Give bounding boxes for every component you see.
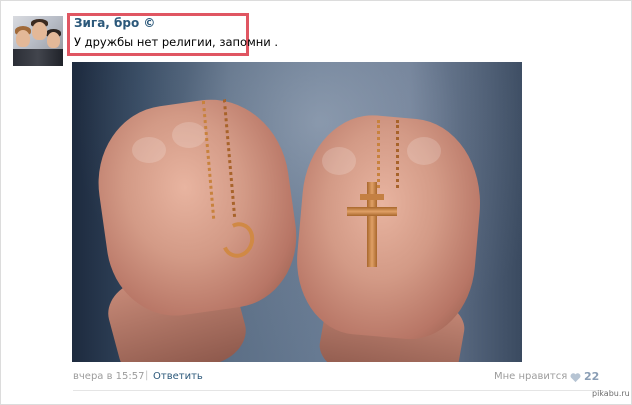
reply-link[interactable]: Ответить xyxy=(153,371,203,382)
photo-knuckle xyxy=(407,137,441,165)
footer-divider xyxy=(73,390,603,391)
post-date[interactable]: вчера в 15:57 xyxy=(73,371,145,382)
avatar-person-face xyxy=(47,32,60,48)
avatar-person-body xyxy=(13,49,63,66)
photo-knuckle xyxy=(132,137,166,163)
like-count[interactable]: 22 xyxy=(584,370,599,383)
photo-knuckle xyxy=(322,147,356,175)
post-text: У дружбы нет религии, запомни . xyxy=(74,35,279,49)
author-name[interactable]: Зига, бро © xyxy=(74,16,155,30)
avatar[interactable] xyxy=(13,16,63,66)
avatar-person-face xyxy=(16,30,30,47)
cross-pendant-bar xyxy=(360,194,384,200)
post-photo[interactable] xyxy=(72,62,522,362)
like-label[interactable]: Мне нравится xyxy=(494,371,567,382)
cross-pendant-bar xyxy=(347,207,397,216)
avatar-person-face xyxy=(32,22,47,40)
footer-separator: | xyxy=(145,370,149,381)
photo-chain xyxy=(377,120,399,188)
heart-icon[interactable] xyxy=(570,372,581,383)
photo-knuckle xyxy=(172,122,206,148)
watermark: pikabu.ru xyxy=(592,389,630,398)
